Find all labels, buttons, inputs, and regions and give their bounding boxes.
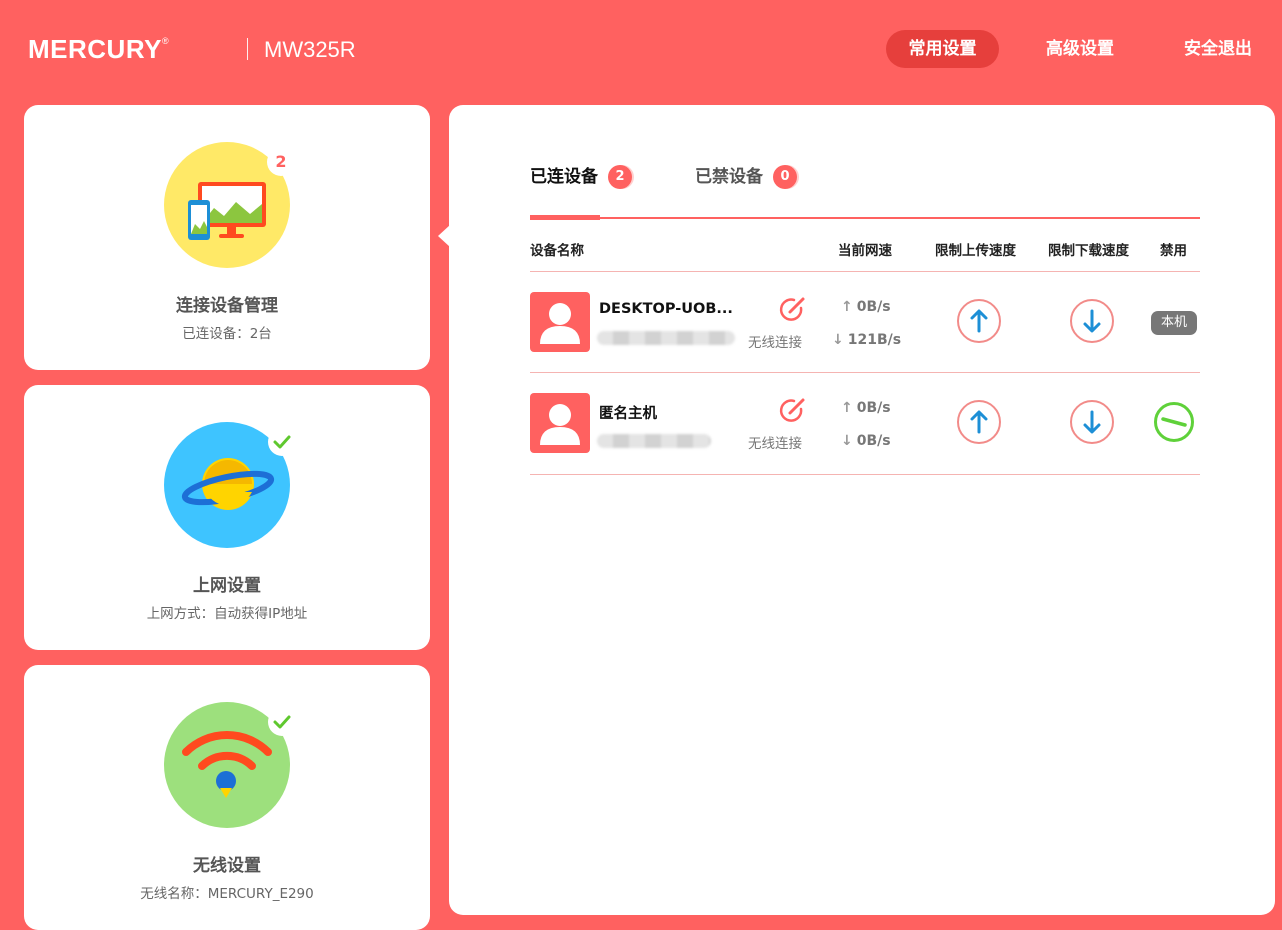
- this-device-badge: 本机: [1151, 311, 1197, 335]
- divider: [530, 474, 1200, 475]
- device-mac-blurred: [597, 331, 735, 345]
- download-speed: ↓ 121B/s: [832, 332, 902, 348]
- active-tab-indicator: [530, 215, 600, 220]
- connection-type: 无线连接: [748, 335, 802, 351]
- card-subtitle: 上网方式：自动获得IP地址: [146, 606, 308, 622]
- device-panel: 已连设备 2 已禁设备 0 设备名称 当前网速 限制上传速度 限制下载速度 禁用 D…: [449, 105, 1275, 915]
- card-title: 连接设备管理: [176, 296, 278, 316]
- check-icon: [268, 428, 296, 456]
- col-header-speed: 当前网速: [838, 243, 892, 259]
- down-arrow-icon: ↓: [841, 433, 853, 449]
- device-mac-blurred: [597, 434, 711, 448]
- tab-label: 已连设备: [530, 167, 598, 187]
- col-header-block: 禁用: [1160, 243, 1187, 259]
- block-device-button[interactable]: [1153, 401, 1195, 443]
- card-title: 上网设置: [193, 576, 261, 596]
- card-wireless-settings[interactable]: 无线设置 无线名称：MERCURY_E290: [24, 665, 430, 930]
- upload-speed: ↑ 0B/s: [841, 299, 891, 315]
- top-bar: MERCURY® MW325R 常用设置 高级设置 安全退出: [0, 0, 1282, 100]
- tab-connected-devices[interactable]: 已连设备 2: [530, 162, 632, 189]
- download-limit-button[interactable]: [1070, 299, 1114, 343]
- device-name: 匿名主机: [599, 406, 657, 422]
- divider: [530, 271, 1200, 272]
- nav-advanced-settings[interactable]: 高级设置: [1032, 30, 1128, 68]
- col-header-download-limit: 限制下载速度: [1048, 243, 1129, 259]
- tab-blocked-devices[interactable]: 已禁设备 0: [695, 162, 797, 189]
- up-arrow-icon: ↑: [841, 400, 853, 416]
- col-header-name: 设备名称: [530, 243, 584, 259]
- down-arrow-icon: ↓: [832, 332, 844, 348]
- upload-limit-button[interactable]: [957, 299, 1001, 343]
- card-internet-settings[interactable]: 上网设置 上网方式：自动获得IP地址: [24, 385, 430, 650]
- nav-logout[interactable]: 安全退出: [1170, 30, 1266, 68]
- blocked-count-badge: 0: [773, 165, 797, 189]
- col-header-upload-limit: 限制上传速度: [935, 243, 1016, 259]
- nav-common-settings[interactable]: 常用设置: [886, 30, 999, 68]
- device-name: DESKTOP-UOB...: [599, 301, 733, 317]
- model-name: MW325R: [264, 37, 356, 62]
- avatar-icon: [530, 393, 590, 453]
- card-subtitle: 无线名称：MERCURY_E290: [140, 886, 314, 902]
- edit-icon[interactable]: [779, 396, 807, 424]
- avatar-icon: [530, 292, 590, 352]
- download-limit-button[interactable]: [1070, 400, 1114, 444]
- connection-type: 无线连接: [748, 436, 802, 452]
- card-subtitle: 已连设备：2台: [182, 326, 272, 342]
- tab-divider: [530, 217, 1200, 219]
- divider: [530, 372, 1200, 373]
- download-speed: ↓ 0B/s: [841, 433, 891, 449]
- check-icon: [268, 708, 296, 736]
- logo-divider: [247, 38, 248, 60]
- upload-limit-button[interactable]: [957, 400, 1001, 444]
- brand-logo: MERCURY®: [28, 34, 170, 64]
- card-connected-devices[interactable]: 2 连接设备管理 已连设备：2台: [24, 105, 430, 370]
- device-count-badge: 2: [267, 148, 295, 176]
- tab-label: 已禁设备: [695, 167, 763, 187]
- upload-speed: ↑ 0B/s: [841, 400, 891, 416]
- card-title: 无线设置: [193, 856, 261, 876]
- up-arrow-icon: ↑: [841, 299, 853, 315]
- edit-icon[interactable]: [779, 295, 807, 323]
- connected-count-badge: 2: [608, 165, 632, 189]
